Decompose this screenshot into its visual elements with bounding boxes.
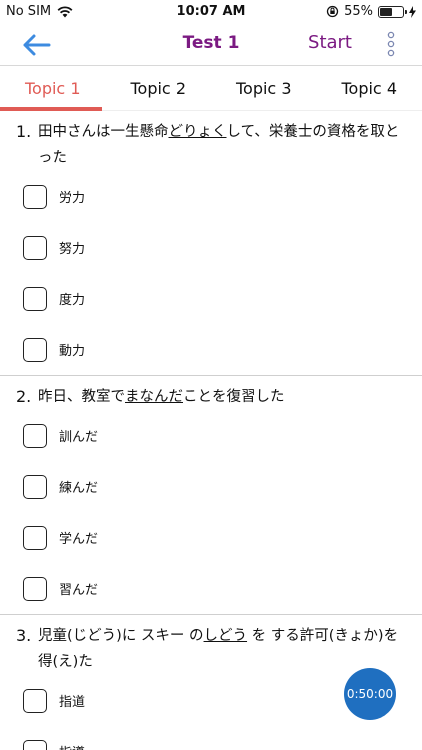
page-title: Test 1 (182, 33, 240, 53)
question-text-post: ことを復習した (183, 389, 285, 405)
question-list: 1. 田中さんは一生懸命どりょくして、栄養士の資格を取と った 労力 努力 度力… (0, 111, 422, 750)
answer-option[interactable]: 努力 (16, 222, 408, 273)
answer-checkbox[interactable] (23, 474, 47, 499)
question-2: 2. 昨日、教室でまなんだことを復習した 訓んだ 練んだ 学んだ 習んだ (0, 376, 422, 615)
question-1: 1. 田中さんは一生懸命どりょくして、栄養士の資格を取と った 労力 努力 度力… (0, 111, 422, 376)
question-text-pre: 昨日、教室で (38, 389, 125, 405)
answer-label: 習んだ (59, 583, 99, 598)
answer-option[interactable]: 指導 (16, 726, 408, 750)
answer-option[interactable]: 訓んだ (16, 410, 408, 461)
answer-option[interactable]: 学んだ (16, 512, 408, 563)
question-text-pre: 児童(じどう)に スキー の (38, 628, 204, 644)
answer-option[interactable]: 練んだ (16, 461, 408, 512)
vertical-dots-icon (387, 31, 395, 57)
answer-label: 学んだ (59, 532, 99, 547)
answer-label: 訓んだ (59, 430, 99, 445)
answer-label: 度力 (59, 293, 86, 308)
charging-bolt-icon (409, 5, 416, 18)
start-button[interactable]: Start (308, 32, 352, 53)
answer-label: 指道 (59, 695, 86, 710)
tab-topic-3[interactable]: Topic 3 (211, 67, 317, 110)
question-text-pre: 田中さんは一生懸命 (38, 124, 169, 140)
question-text: 田中さんは一生懸命どりょくして、栄養士の資格を取と った (38, 119, 408, 171)
question-header: 1. 田中さんは一生懸命どりょくして、栄養士の資格を取と った (16, 119, 408, 171)
status-right: 55% (326, 4, 416, 19)
answer-checkbox[interactable] (23, 739, 47, 750)
question-underlined-word: まなんだ (125, 389, 183, 405)
answer-label: 指導 (59, 742, 85, 750)
answer-label: 練んだ (59, 481, 99, 496)
answer-checkbox[interactable] (23, 184, 47, 209)
question-underlined-word: どりょく (168, 124, 227, 140)
orientation-lock-icon (326, 5, 339, 18)
more-options-button[interactable] (382, 28, 400, 62)
status-bar: No SIM 10:07 AM 55% (0, 0, 422, 24)
question-text: 児童(じどう)に スキー のしどう を する許可(きょか)を得(え)た (38, 623, 408, 675)
answer-checkbox[interactable] (23, 286, 47, 311)
answer-label: 労力 (59, 191, 86, 206)
answer-checkbox[interactable] (23, 525, 47, 550)
answer-option[interactable]: 習んだ (16, 563, 408, 614)
answer-option[interactable]: 労力 (16, 171, 408, 222)
battery-icon (378, 5, 407, 18)
answer-checkbox[interactable] (23, 423, 47, 448)
countdown-timer-button[interactable]: 0:50:00 (344, 668, 396, 720)
navigation-bar: Test 1 Start (0, 24, 422, 66)
question-header: 2. 昨日、教室でまなんだことを復習した (16, 384, 408, 410)
question-text: 昨日、教室でまなんだことを復習した (38, 384, 285, 410)
answer-checkbox[interactable] (23, 688, 47, 713)
answer-option[interactable]: 度力 (16, 273, 408, 324)
battery-level-fill (380, 7, 393, 16)
answer-label: 動力 (59, 344, 86, 359)
question-header: 3. 児童(じどう)に スキー のしどう を する許可(きょか)を得(え)た (16, 623, 408, 675)
question-number: 1. (16, 122, 32, 141)
answer-label: 努力 (59, 242, 86, 257)
answer-option[interactable]: 動力 (16, 324, 408, 375)
answer-checkbox[interactable] (23, 337, 47, 362)
question-underlined-word: しどう (203, 628, 248, 644)
tab-topic-2[interactable]: Topic 2 (106, 67, 212, 110)
tab-topic-4[interactable]: Topic 4 (317, 67, 422, 110)
answer-checkbox[interactable] (23, 576, 47, 601)
question-number: 3. (16, 626, 32, 645)
tab-topic-1[interactable]: Topic 1 (0, 67, 106, 111)
topic-tabs: Topic 1 Topic 2 Topic 3 Topic 4 (0, 67, 422, 111)
answer-checkbox[interactable] (23, 235, 47, 260)
question-number: 2. (16, 387, 32, 406)
battery-percent: 55% (344, 4, 373, 19)
